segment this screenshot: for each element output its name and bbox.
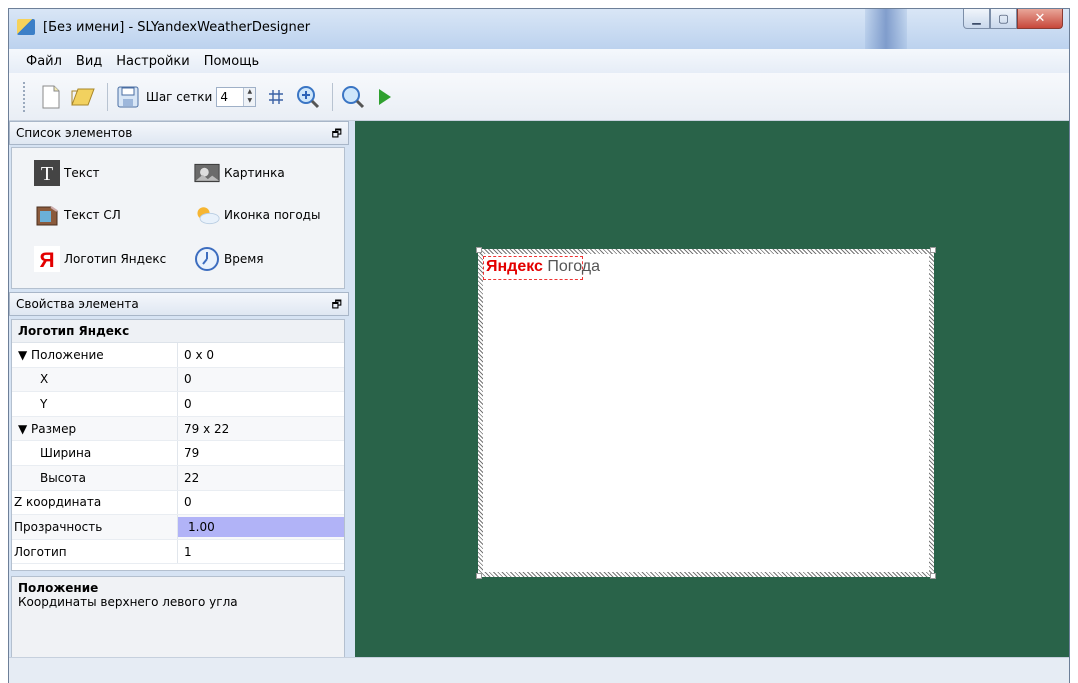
menu-help[interactable]: Помощь [197,54,266,69]
app-window: [Без имени] - SLYandexWeatherDesigner ▁ … [8,8,1070,683]
yandex-logo-icon: Я [34,246,60,272]
grid-step-spinbox[interactable]: 4 ▲ ▼ [216,86,257,107]
toolbar-separator [107,82,108,111]
zoom-in-icon[interactable] [294,81,322,113]
element-weather-icon[interactable]: Иконка погоды [194,202,320,228]
text-icon: T [34,160,60,186]
element-label: Текст [64,166,100,180]
minimize-button[interactable]: ▁ [963,9,990,29]
property-value[interactable]: 0 x 0 [178,343,344,367]
grid-step-value[interactable]: 4 [217,90,243,104]
resize-handle-top-right[interactable] [930,247,936,253]
property-key: Высота [12,465,178,490]
properties-object-name: Логотип Яндекс [12,320,344,343]
menu-file[interactable]: Файл [19,54,69,69]
design-canvas[interactable]: Яндекс Погода [355,121,1069,657]
element-time[interactable]: Время [194,246,264,272]
spin-arrows[interactable]: ▲ ▼ [243,87,256,106]
toolbar: Шаг сетки 4 ▲ ▼ [9,73,1069,121]
property-row[interactable]: Ширина 79 [12,441,344,466]
clock-icon [194,246,220,272]
property-value[interactable]: 0 [178,491,344,515]
properties-table: Логотип Яндекс ▼ Положение 0 x 0 X 0 Y 0… [11,319,345,571]
description-text: Координаты верхнего левого угла [18,595,238,609]
property-value[interactable]: 1 [178,540,344,564]
zoom-out-icon[interactable] [339,81,367,113]
element-text[interactable]: T Текст [34,160,100,186]
svg-text:Я: Я [39,249,54,272]
weather-icon [194,202,220,228]
logo-weather-text: Погода [547,258,601,275]
widget-area[interactable]: Яндекс Погода [483,254,929,572]
toolbar-separator [332,82,334,111]
property-value[interactable]: 0 [178,368,344,392]
grid-icon[interactable] [262,81,290,113]
open-folder-icon[interactable] [69,81,97,113]
yandex-weather-logo[interactable]: Яндекс Погода [483,256,600,280]
property-key: X [12,367,178,392]
window-title: [Без имени] - SLYandexWeatherDesigner [43,20,311,35]
grid-step-label: Шаг сетки [146,89,213,104]
element-image[interactable]: Картинка [194,160,285,186]
run-preview-icon[interactable] [371,81,399,113]
resize-handle-bottom-right[interactable] [930,573,936,579]
properties-panel-header: Свойства элемента 🗗 [9,292,349,316]
float-panel-icon[interactable]: 🗗 [332,125,342,144]
image-icon [194,160,220,186]
property-row[interactable]: Логотип 1 [12,539,344,565]
element-label: Иконка погоды [224,208,321,222]
app-icon [17,19,35,35]
property-value[interactable]: 0 [178,392,344,416]
element-text-sl[interactable]: Текст СЛ [34,202,121,228]
property-row[interactable]: ▼ Размер 79 x 22 [12,416,344,442]
property-key[interactable]: ▼ Размер [12,416,178,441]
property-value[interactable]: 79 [178,441,344,465]
maximize-button[interactable]: ▢ [990,9,1017,29]
property-row[interactable]: Высота 22 [12,465,344,491]
close-button[interactable]: ✕ [1017,9,1063,29]
property-row[interactable]: X 0 [12,367,344,393]
float-panel-icon[interactable]: 🗗 [332,296,342,315]
elements-panel-title: Список элементов [16,126,133,140]
logo-yandex-text: Яндекс [486,258,543,275]
new-file-icon[interactable] [37,81,65,113]
property-key: Z координата [12,490,178,515]
elements-list: T Текст Картинка Текст СЛ Иконка погоды … [11,147,345,289]
property-row[interactable]: Y 0 [12,392,344,417]
property-key: Логотип [12,539,178,564]
description-title: Положение [18,581,99,595]
properties-panel-title: Свойства элемента [16,297,139,311]
opacity-value-input[interactable]: 1.00 [178,516,344,537]
menu-bar: Файл Вид Настройки Помощь [9,49,1069,73]
window-controls: ▁ ▢ ✕ [963,9,1063,29]
property-key: Прозрачность [12,515,178,539]
save-icon[interactable] [114,81,142,113]
svg-text:T: T [41,163,53,185]
element-label: Логотип Яндекс [64,252,167,266]
element-label: Картинка [224,166,285,180]
property-key: Y [12,392,178,416]
property-value[interactable]: 79 x 22 [178,417,344,441]
property-key: Ширина [12,441,178,465]
resize-handle-bottom-left[interactable] [476,573,482,579]
element-yandex-logo[interactable]: Я Логотип Яндекс [34,246,166,272]
elements-panel-header: Список элементов 🗗 [9,121,349,145]
property-row[interactable]: ▼ Положение 0 x 0 [12,343,344,368]
element-label: Время [224,252,264,266]
titlebar-glow [865,9,907,49]
title-bar: [Без имени] - SLYandexWeatherDesigner ▁ … [9,9,1069,49]
property-description: Положение Координаты верхнего левого угл… [11,576,345,660]
text-sl-icon [34,202,60,228]
property-key[interactable]: ▼ Положение [12,343,178,367]
menu-view[interactable]: Вид [69,54,109,69]
element-label: Текст СЛ [64,208,121,222]
property-row[interactable]: Z координата 0 [12,490,344,516]
status-bar [9,657,1069,683]
property-row[interactable]: Прозрачность 1.00 [12,515,344,540]
menu-settings[interactable]: Настройки [109,54,196,69]
toolbar-grip[interactable] [23,81,27,112]
widget-frame[interactable]: Яндекс Погода [476,247,936,579]
property-value[interactable]: 22 [178,466,344,490]
resize-handle-top-left[interactable] [476,247,482,253]
